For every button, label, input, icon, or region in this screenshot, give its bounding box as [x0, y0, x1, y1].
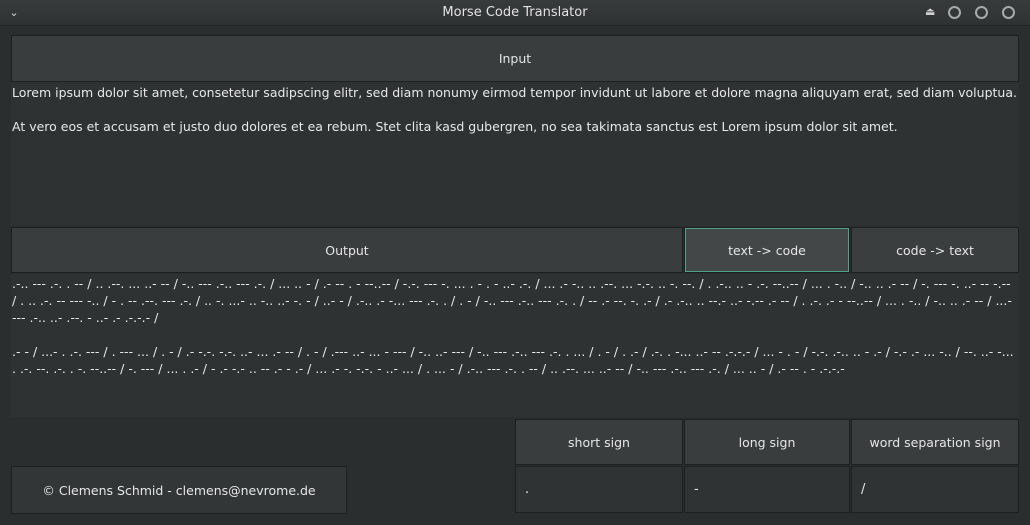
footer-credit: © Clemens Schmid - clemens@nevrome.de	[11, 466, 347, 514]
output-paragraph: .- - / ...- . .-. --- / . --- ... / . - …	[12, 344, 1018, 376]
code-to-text-button[interactable]: code -> text	[851, 227, 1019, 273]
eject-icon[interactable]: ⏏	[925, 4, 935, 20]
title-bar: ⌄ Morse Code Translator ⏏	[0, 0, 1030, 26]
window-title: Morse Code Translator	[442, 5, 588, 20]
close-button[interactable]	[1002, 6, 1015, 19]
input-paragraph: At vero eos et accusam et justo duo dolo…	[12, 119, 898, 134]
word-separation-label: word separation sign	[851, 419, 1019, 465]
minimize-button[interactable]	[948, 6, 961, 19]
output-textarea[interactable]: .-.. --- .-. . -- / .. .--. ... ..- -- /…	[11, 274, 1019, 417]
input-textarea[interactable]: Lorem ipsum dolor sit amet, consetetur s…	[11, 82, 1019, 226]
short-sign-field[interactable]: .	[515, 466, 683, 513]
long-sign-field[interactable]: -	[684, 466, 850, 513]
input-paragraph: Lorem ipsum dolor sit amet, consetetur s…	[12, 85, 1017, 100]
output-paragraph: .-.. --- .-. . -- / .. .--. ... ..- -- /…	[12, 276, 1016, 325]
short-sign-label: short sign	[515, 419, 683, 465]
output-header: Output	[11, 227, 683, 273]
input-header: Input	[11, 35, 1019, 82]
maximize-button[interactable]	[975, 6, 988, 19]
text-to-code-button[interactable]: text -> code	[684, 227, 850, 273]
word-separation-field[interactable]: /	[851, 466, 1019, 513]
long-sign-label: long sign	[684, 419, 850, 465]
